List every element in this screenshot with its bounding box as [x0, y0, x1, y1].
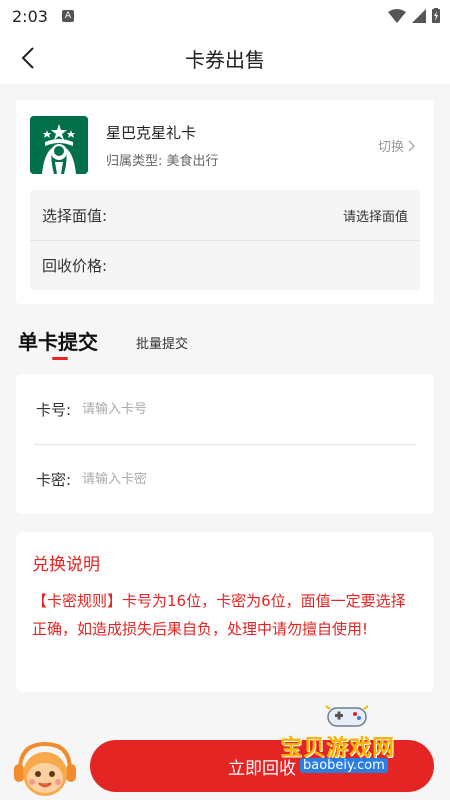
status-icons	[388, 8, 440, 23]
face-value-select[interactable]: 请选择面值	[343, 206, 408, 225]
card-type-label: 归属类型:	[106, 154, 163, 169]
customer-service-avatar-icon[interactable]	[10, 736, 80, 800]
card-number-label: 卡号:	[36, 400, 72, 419]
starbucks-logo	[30, 116, 88, 174]
face-value-row[interactable]: 选择面值: 请选择面值	[30, 190, 420, 240]
card-number-row: 卡号:	[16, 374, 434, 444]
card-type-value: 美食出行	[166, 154, 219, 169]
notice-text: 【卡密规则】卡号为16位，卡密为6位，面值一定要选择正确，如造成损失后果自负，处…	[32, 592, 406, 638]
notification-icon: A	[61, 10, 74, 22]
battery-icon	[432, 8, 440, 23]
card-info-panel: 星巴克星礼卡 归属类型: 美食出行 切换 选择面值: 请选择面值 回收价格:	[16, 100, 434, 304]
status-time: 2:03	[12, 6, 48, 26]
gamepad-icon	[325, 705, 369, 727]
card-password-input[interactable]	[82, 472, 382, 487]
face-value-label: 选择面值:	[42, 206, 108, 225]
bottom-bar: 立即回收 宝贝游戏网 baobeiy.com	[0, 705, 450, 800]
signal-icon	[412, 8, 426, 23]
page-title: 卡券出售	[185, 47, 265, 72]
card-number-input[interactable]	[82, 401, 382, 417]
card-name: 星巴克星礼卡	[106, 124, 197, 142]
back-arrow-icon[interactable]	[18, 46, 40, 70]
wifi-icon	[388, 8, 406, 23]
redeem-notice: 兑换说明 【卡密规则】卡号为16位，卡密为6位，面值一定要选择正确，如造成损失后…	[16, 532, 434, 692]
switch-button[interactable]: 切换	[378, 136, 416, 155]
switch-label: 切换	[377, 140, 404, 155]
status-bar: 2:03 A	[0, 0, 450, 32]
card-input-form: 卡号: 卡密:	[16, 374, 434, 514]
card-password-row: 卡密:	[34, 444, 416, 514]
tab-single-submit[interactable]: 单卡提交	[18, 326, 98, 360]
card-type: 归属类型: 美食出行	[106, 150, 219, 169]
tab-single-label: 单卡提交	[18, 330, 98, 354]
submit-mode-tabs: 单卡提交 批量提交	[18, 326, 188, 360]
active-tab-indicator	[52, 357, 68, 360]
app-header: 卡券出售	[0, 32, 450, 84]
tab-batch-label: 批量提交	[136, 337, 189, 352]
site-watermark: 宝贝游戏网 baobeiy.com	[276, 705, 426, 782]
card-password-label: 卡密:	[36, 471, 72, 489]
recycle-price-row: 回收价格:	[30, 240, 420, 290]
value-panel: 选择面值: 请选择面值 回收价格:	[30, 190, 420, 290]
chevron-right-icon	[408, 140, 415, 151]
watermark-url: baobeiy.com	[300, 758, 388, 773]
notice-title: 兑换说明	[32, 555, 100, 575]
recycle-price-label: 回收价格:	[42, 257, 108, 275]
tab-batch-submit[interactable]: 批量提交	[136, 333, 188, 352]
